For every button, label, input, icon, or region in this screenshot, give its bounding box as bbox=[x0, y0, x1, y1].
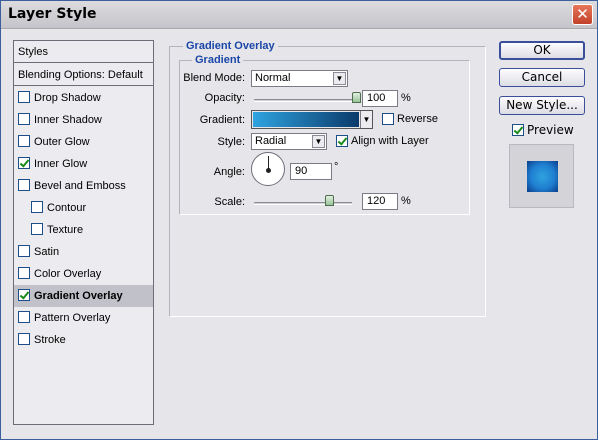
scale-slider-thumb[interactable] bbox=[325, 195, 335, 206]
sidebar-item-pattern-overlay[interactable]: Pattern Overlay bbox=[14, 307, 153, 329]
opacity-slider-track[interactable] bbox=[254, 99, 357, 102]
angle-label: Angle: bbox=[213, 166, 245, 178]
blend-mode-label: Blend Mode: bbox=[183, 72, 245, 84]
sidebar-item-label: Bevel and Emboss bbox=[34, 180, 126, 192]
angle-degree-sign: ° bbox=[334, 161, 339, 173]
sidebar-item-label: Texture bbox=[47, 224, 84, 236]
sidebar-item-label: Stroke bbox=[34, 334, 66, 346]
angle-value: 90 bbox=[295, 165, 308, 177]
contour-checkbox[interactable] bbox=[31, 201, 43, 213]
gradient-preview[interactable] bbox=[253, 112, 359, 127]
close-button[interactable]: ✕ bbox=[572, 4, 593, 25]
sidebar-item-label: Color Overlay bbox=[34, 268, 102, 280]
sidebar-item-label: Gradient Overlay bbox=[34, 290, 123, 302]
sidebar-item-label: Outer Glow bbox=[34, 136, 90, 148]
sidebar-item-label: Pattern Overlay bbox=[34, 312, 111, 324]
sidebar-item-outer-glow[interactable]: Outer Glow bbox=[14, 131, 153, 153]
sidebar-item-inner-glow[interactable]: Inner Glow bbox=[14, 153, 153, 175]
satin-checkbox[interactable] bbox=[18, 245, 30, 257]
gradient-overlay-checkbox[interactable] bbox=[18, 289, 30, 301]
sidebar-item-label: Drop Shadow bbox=[34, 92, 101, 104]
sidebar-item-texture[interactable]: Texture bbox=[14, 219, 153, 241]
sidebar-item-label: Contour bbox=[47, 202, 87, 214]
opacity-slider-thumb[interactable] bbox=[352, 92, 361, 103]
texture-checkbox[interactable] bbox=[31, 223, 43, 235]
gradient-overlay-title: Gradient Overlay bbox=[183, 40, 278, 52]
ok-button[interactable]: OK bbox=[499, 41, 585, 60]
blend-mode-select[interactable]: Normal ▼ bbox=[251, 70, 348, 87]
scale-value: 120 bbox=[367, 195, 386, 207]
chevron-down-icon: ▼ bbox=[333, 72, 346, 85]
angle-input[interactable]: 90 bbox=[290, 163, 332, 180]
drop-shadow-checkbox[interactable] bbox=[18, 91, 30, 103]
gradient-label: Gradient: bbox=[199, 114, 245, 126]
align-with-layer-checkbox[interactable] bbox=[336, 135, 348, 147]
inner-glow-checkbox[interactable] bbox=[18, 157, 30, 169]
sidebar-item-contour[interactable]: Contour bbox=[14, 197, 153, 219]
gradient-picker[interactable]: ▼ bbox=[251, 110, 373, 129]
preview-label: Preview bbox=[527, 123, 574, 137]
sidebar-item-color-overlay[interactable]: Color Overlay bbox=[14, 263, 153, 285]
sidebar-item-gradient-overlay[interactable]: Gradient Overlay bbox=[14, 285, 153, 307]
color-overlay-checkbox[interactable] bbox=[18, 267, 30, 279]
close-icon: ✕ bbox=[576, 5, 589, 23]
inner-shadow-checkbox[interactable] bbox=[18, 113, 30, 125]
sidebar-item-stroke[interactable]: Stroke bbox=[14, 329, 153, 351]
angle-dial[interactable] bbox=[251, 152, 285, 186]
opacity-input[interactable]: 100 bbox=[362, 90, 398, 107]
sidebar-item-inner-shadow[interactable]: Inner Shadow bbox=[14, 109, 153, 131]
sidebar-item-satin[interactable]: Satin bbox=[14, 241, 153, 263]
title-bar[interactable]: Layer Style ✕ bbox=[1, 1, 597, 29]
blending-options[interactable]: Blending Options: Default bbox=[14, 64, 153, 86]
reverse-checkbox[interactable] bbox=[382, 113, 394, 125]
stroke-checkbox[interactable] bbox=[18, 333, 30, 345]
opacity-label: Opacity: bbox=[204, 92, 245, 104]
style-preview bbox=[509, 144, 574, 208]
sidebar-item-label: Inner Glow bbox=[34, 158, 88, 170]
scale-slider-track[interactable] bbox=[254, 202, 352, 205]
dialog-title: Layer Style bbox=[8, 6, 97, 22]
new-style-button[interactable]: New Style... bbox=[499, 96, 585, 115]
sidebar-item-label: Satin bbox=[34, 246, 60, 258]
align-with-layer-label: Align with Layer bbox=[351, 135, 429, 147]
styles-header[interactable]: Styles bbox=[14, 41, 153, 63]
style-value: Radial bbox=[255, 135, 287, 147]
chevron-down-icon: ▼ bbox=[312, 135, 325, 148]
reverse-label: Reverse bbox=[397, 113, 438, 125]
gradient-subtitle: Gradient bbox=[192, 54, 244, 66]
bevel-emboss-checkbox[interactable] bbox=[18, 179, 30, 191]
cancel-button[interactable]: Cancel bbox=[499, 68, 585, 87]
opacity-value: 100 bbox=[367, 92, 386, 104]
dialog-content: Styles Blending Options: Default Drop Sh… bbox=[1, 30, 597, 439]
sidebar-item-drop-shadow[interactable]: Drop Shadow bbox=[14, 87, 153, 109]
opacity-percent-sign: % bbox=[401, 92, 411, 104]
chevron-down-icon[interactable]: ▼ bbox=[360, 111, 372, 128]
style-select[interactable]: Radial ▼ bbox=[251, 133, 327, 150]
layer-style-dialog: Layer Style ✕ Styles Blending Options: D… bbox=[0, 0, 598, 440]
styles-panel: Styles Blending Options: Default Drop Sh… bbox=[13, 40, 154, 425]
preview-checkbox[interactable] bbox=[512, 124, 524, 136]
pattern-overlay-checkbox[interactable] bbox=[18, 311, 30, 323]
sidebar-item-bevel-emboss[interactable]: Bevel and Emboss bbox=[14, 175, 153, 197]
scale-percent-sign: % bbox=[401, 195, 411, 207]
preview-thumbnail bbox=[527, 161, 558, 192]
angle-dial-center bbox=[266, 168, 271, 173]
sidebar-item-label: Inner Shadow bbox=[34, 114, 102, 126]
scale-input[interactable]: 120 bbox=[362, 193, 398, 210]
blend-mode-value: Normal bbox=[255, 72, 291, 84]
outer-glow-checkbox[interactable] bbox=[18, 135, 30, 147]
style-label: Style: bbox=[217, 136, 245, 148]
scale-label: Scale: bbox=[214, 196, 245, 208]
